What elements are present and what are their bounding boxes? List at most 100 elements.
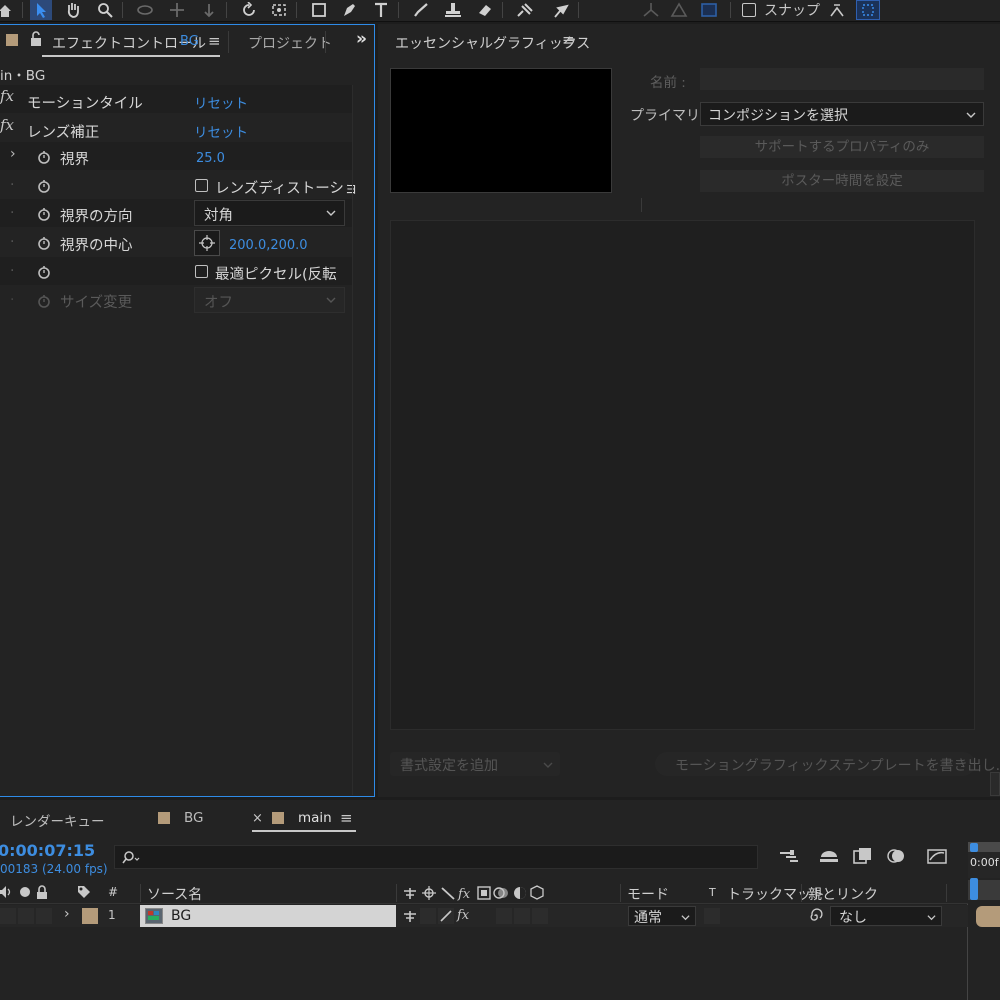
snap-edges-icon[interactable] bbox=[826, 0, 848, 20]
column-source-name[interactable]: ソース名 bbox=[147, 884, 202, 904]
effect-row-motion-tile[interactable]: fx モーションタイル リセット bbox=[0, 85, 352, 113]
align-icon[interactable] bbox=[856, 0, 880, 20]
panel-edge-handle[interactable] bbox=[990, 772, 1000, 796]
audio-speaker-icon[interactable] bbox=[0, 884, 14, 900]
layer-duration-bar[interactable] bbox=[976, 906, 1000, 927]
type-tool-icon[interactable] bbox=[370, 0, 392, 20]
axis-world-icon[interactable] bbox=[668, 0, 690, 20]
snap-checkbox[interactable] bbox=[738, 0, 760, 20]
point-control-button[interactable] bbox=[194, 230, 220, 256]
lock-switch[interactable] bbox=[36, 908, 52, 924]
work-area-start-handle[interactable] bbox=[970, 843, 978, 852]
effect-row-lens-correction[interactable]: fx レンズ補正 リセット bbox=[0, 114, 352, 142]
quality-line-icon[interactable] bbox=[438, 908, 454, 924]
solo-supported-props-button[interactable]: サポートするプロパティのみ bbox=[700, 136, 984, 158]
blend-mode-dropdown[interactable]: 通常 bbox=[628, 906, 696, 926]
pen-tool-icon[interactable] bbox=[338, 0, 360, 20]
panel-scrollbar-track[interactable] bbox=[352, 85, 353, 795]
time-ruler[interactable]: 0:00f bbox=[968, 842, 1000, 878]
frame-blending-icon[interactable] bbox=[852, 847, 874, 865]
lens-distortion-checkbox[interactable] bbox=[195, 179, 208, 192]
clone-stamp-icon[interactable] bbox=[442, 0, 464, 20]
stopwatch-icon[interactable] bbox=[37, 207, 51, 221]
pan-camera-icon[interactable] bbox=[166, 0, 188, 20]
fov-value[interactable]: 25.0 bbox=[196, 151, 225, 166]
panel-menu-icon[interactable]: ≡ bbox=[562, 31, 575, 49]
comp-flowchart-icon[interactable] bbox=[778, 848, 800, 866]
solo-switch[interactable] bbox=[18, 908, 34, 924]
hand-tool-icon[interactable] bbox=[62, 0, 84, 20]
rectangle-tool-icon[interactable] bbox=[308, 0, 330, 20]
expand-chevron-icon[interactable]: › bbox=[10, 146, 16, 162]
label-tag-icon[interactable] bbox=[76, 884, 92, 900]
solo-icon[interactable] bbox=[20, 887, 30, 897]
shy-layers-icon[interactable] bbox=[818, 847, 840, 865]
panel-menu-icon[interactable]: ≡ bbox=[340, 809, 353, 827]
expand-chevron-icon[interactable]: › bbox=[64, 906, 70, 922]
column-preserve-transparency[interactable]: T bbox=[709, 886, 716, 899]
fov-center-value[interactable]: 200.0,200.0 bbox=[229, 238, 308, 253]
current-time-indicator[interactable] bbox=[970, 878, 978, 900]
stopwatch-icon[interactable] bbox=[37, 150, 51, 164]
collapse-switch-icon[interactable] bbox=[402, 908, 418, 924]
video-switch[interactable] bbox=[0, 908, 16, 924]
reset-link[interactable]: リセット bbox=[194, 121, 248, 141]
tab-bg-comp[interactable]: BG bbox=[184, 810, 204, 826]
table-row[interactable]: › 1 BG fx 通常 なし bbox=[0, 905, 968, 927]
orbit-camera-icon[interactable] bbox=[134, 0, 156, 20]
dropdown-value: 対角 bbox=[204, 208, 233, 224]
frame-blend-switch[interactable] bbox=[496, 908, 512, 924]
properties-drop-area[interactable] bbox=[390, 220, 975, 730]
stopwatch-icon[interactable] bbox=[37, 236, 51, 250]
current-timecode[interactable]: 0:00:07:15 bbox=[0, 841, 95, 860]
tab-main-comp[interactable]: main bbox=[298, 810, 332, 826]
close-tab-icon[interactable]: × bbox=[252, 811, 263, 826]
primary-dropdown[interactable]: コンポジションを選択 bbox=[700, 102, 984, 126]
lock-icon[interactable] bbox=[36, 885, 48, 901]
axis-view-icon[interactable] bbox=[698, 0, 720, 20]
axis-local-icon[interactable] bbox=[640, 0, 662, 20]
puppet-pin-icon[interactable] bbox=[550, 0, 572, 20]
selection-tool-icon[interactable] bbox=[30, 0, 52, 20]
roto-brush-icon[interactable] bbox=[514, 0, 536, 20]
zoom-tool-icon[interactable] bbox=[94, 0, 116, 20]
column-mode[interactable]: モード bbox=[627, 884, 669, 904]
tab-project[interactable]: プロジェクト bbox=[248, 33, 332, 53]
pan-behind-icon[interactable] bbox=[268, 0, 290, 20]
eraser-tool-icon[interactable] bbox=[474, 0, 496, 20]
rotate-tool-icon[interactable] bbox=[238, 0, 260, 20]
brush-tool-icon[interactable] bbox=[410, 0, 432, 20]
lock-icon[interactable] bbox=[30, 31, 42, 47]
panel-menu-icon[interactable]: ≡ bbox=[208, 32, 221, 50]
fov-orientation-dropdown[interactable]: 対角 bbox=[194, 200, 345, 226]
layer-label-swatch[interactable] bbox=[82, 908, 98, 924]
motion-blur-icon[interactable] bbox=[886, 847, 908, 865]
add-formatting-dropdown[interactable]: 書式設定を追加 bbox=[390, 752, 560, 776]
parent-dropdown[interactable]: なし bbox=[830, 906, 942, 926]
fx-icon[interactable]: fx bbox=[0, 116, 14, 134]
adjustment-switch[interactable] bbox=[532, 908, 548, 924]
quality-switch[interactable] bbox=[420, 908, 436, 924]
set-poster-time-button[interactable]: ポスター時間を設定 bbox=[700, 170, 984, 192]
prop-row-resize: · サイズ変更 オフ bbox=[0, 286, 352, 314]
optimal-pixels-checkbox[interactable] bbox=[195, 265, 208, 278]
dolly-camera-icon[interactable] bbox=[198, 0, 220, 20]
parent-pickwhip-icon[interactable] bbox=[808, 907, 824, 925]
stopwatch-icon[interactable] bbox=[37, 265, 51, 279]
layer-search-input[interactable] bbox=[114, 845, 758, 869]
column-number[interactable]: # bbox=[108, 885, 118, 899]
panel-overflow-icon[interactable]: » bbox=[356, 29, 367, 49]
home-icon[interactable] bbox=[0, 0, 16, 20]
track-matte-cell[interactable] bbox=[704, 908, 720, 924]
tab-render-queue[interactable]: レンダーキュー bbox=[10, 810, 105, 830]
motion-blur-switch[interactable] bbox=[514, 908, 530, 924]
reset-link[interactable]: リセット bbox=[194, 92, 248, 112]
stopwatch-icon[interactable] bbox=[37, 179, 51, 193]
snap-checkbox-box[interactable] bbox=[742, 3, 756, 17]
export-template-button[interactable]: モーショングラフィックステンプレートを書き出し... bbox=[655, 752, 1000, 776]
graph-editor-icon[interactable] bbox=[926, 847, 948, 865]
fx-icon[interactable]: fx bbox=[0, 87, 14, 105]
effects-switch-icon[interactable]: fx bbox=[457, 908, 469, 923]
column-parent-link[interactable]: 親とリンク bbox=[808, 884, 878, 904]
layer-name-cell[interactable]: BG bbox=[140, 905, 396, 927]
